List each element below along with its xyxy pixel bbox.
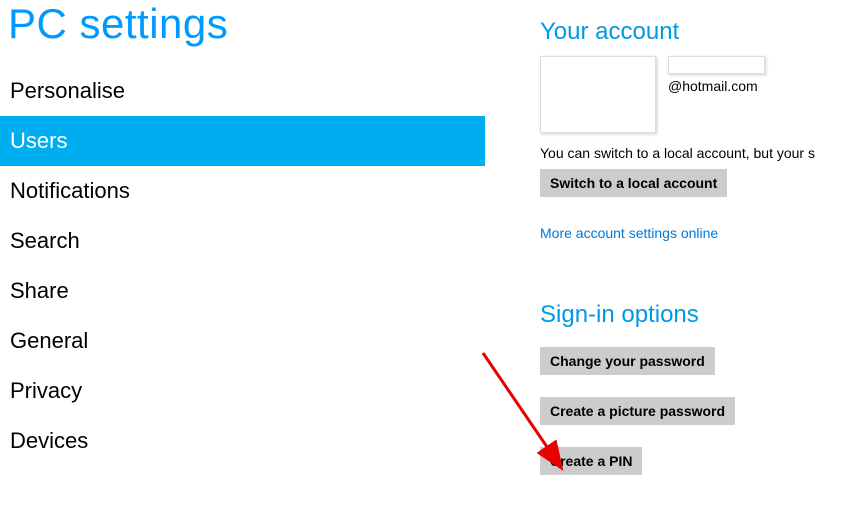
more-account-settings-link[interactable]: More account settings online bbox=[540, 225, 718, 241]
sidebar-item-personalise[interactable]: Personalise bbox=[0, 66, 485, 116]
sidebar-item-notifications[interactable]: Notifications bbox=[0, 166, 485, 216]
sidebar-item-users[interactable]: Users bbox=[0, 116, 485, 166]
account-email: @hotmail.com bbox=[668, 76, 765, 94]
page-title: PC settings bbox=[0, 0, 485, 66]
your-account-title: Your account bbox=[540, 18, 857, 46]
change-password-button[interactable]: Change your password bbox=[540, 347, 715, 375]
sidebar-item-search[interactable]: Search bbox=[0, 216, 485, 266]
sign-in-options-title: Sign-in options bbox=[540, 301, 857, 329]
switch-account-note: You can switch to a local account, but y… bbox=[540, 145, 857, 161]
switch-local-account-button[interactable]: Switch to a local account bbox=[540, 169, 727, 197]
avatar bbox=[540, 56, 656, 133]
sidebar-item-privacy[interactable]: Privacy bbox=[0, 366, 485, 416]
create-picture-password-button[interactable]: Create a picture password bbox=[540, 397, 735, 425]
create-pin-button[interactable]: Create a PIN bbox=[540, 447, 642, 475]
content-panel: Your account @hotmail.com You can switch… bbox=[485, 0, 857, 512]
sidebar-item-general[interactable]: General bbox=[0, 316, 485, 366]
sidebar-item-devices[interactable]: Devices bbox=[0, 416, 485, 466]
sidebar-item-share[interactable]: Share bbox=[0, 266, 485, 316]
account-name bbox=[668, 56, 765, 74]
sidebar: PC settings Personalise Users Notificati… bbox=[0, 0, 485, 512]
